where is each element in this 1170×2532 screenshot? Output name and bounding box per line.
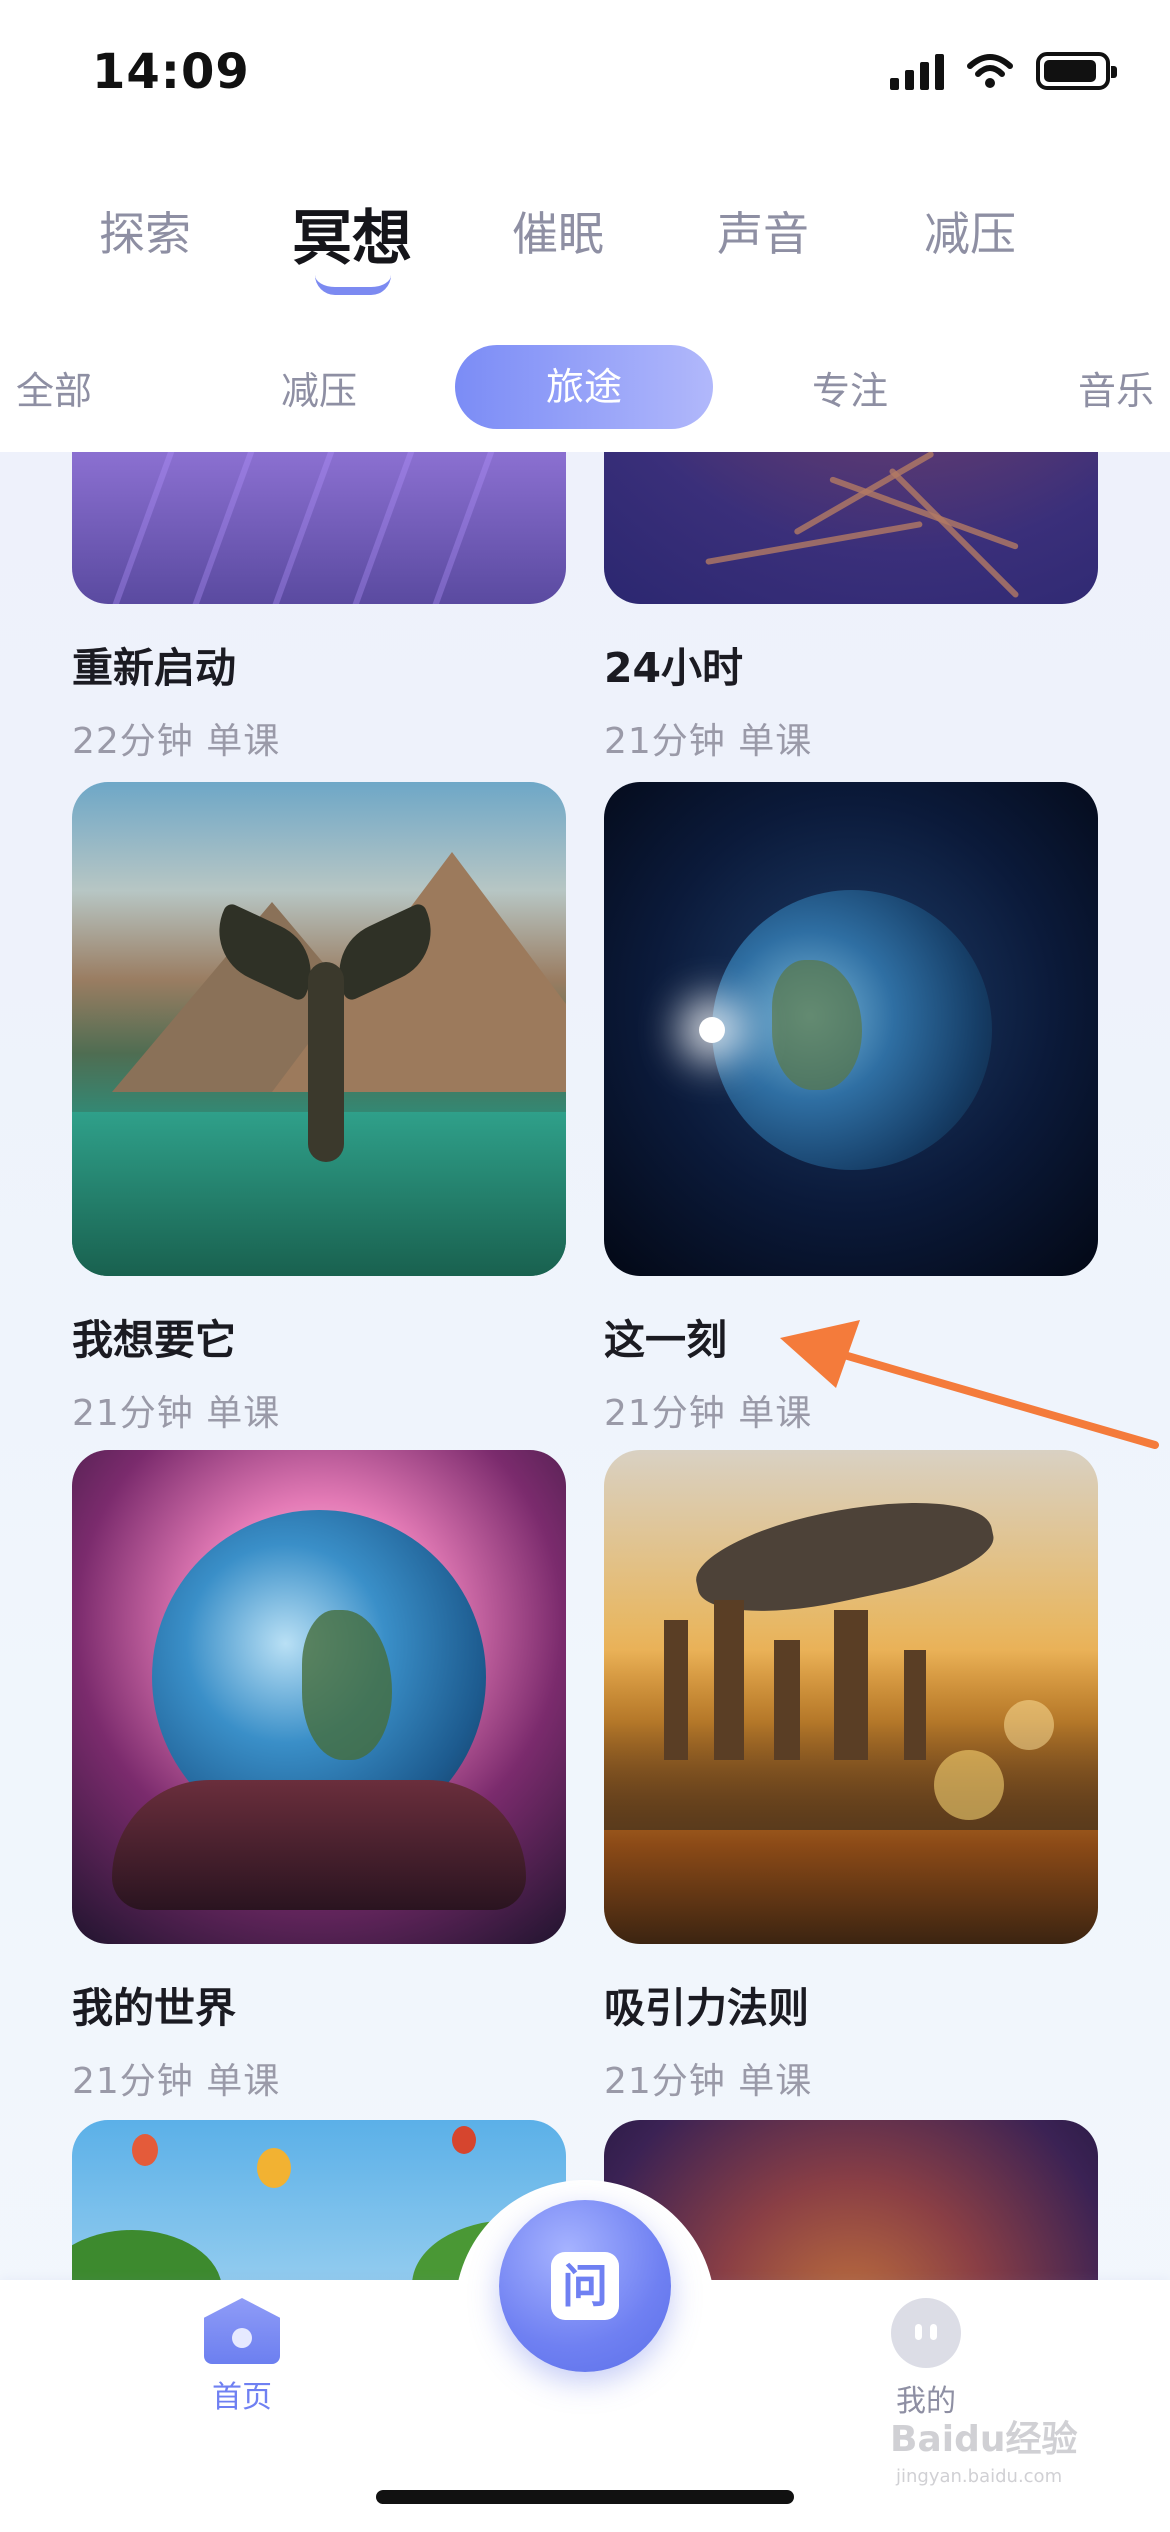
center-action: 问 [455,2160,715,2372]
category-journey[interactable]: 旅途 [455,345,713,429]
course-meta: 21分钟 单课 [604,721,813,762]
nav-home[interactable]: 首页 [162,2298,322,2416]
category-focus[interactable]: 专注 [812,360,888,415]
course-title: 我的世界 [72,1984,236,2032]
earth-in-hands-image [72,1450,566,1944]
status-icons [890,52,1117,90]
active-tab-indicator [315,275,391,295]
profile-icon [891,2298,961,2368]
course-card[interactable]: 我的世界 21分钟 单课 [72,1450,566,2104]
ask-icon: 问 [551,2252,619,2320]
course-title: 24小时 [604,644,744,692]
course-meta: 21分钟 单课 [72,2061,281,2102]
course-card[interactable]: 24小时 21分钟 单课 [604,452,1098,764]
earth-in-space-image [604,782,1098,1276]
category-tab-bar: 全部 减压 旅途 专注 音乐 [0,320,1170,452]
home-indicator[interactable] [376,2490,794,2504]
course-card[interactable]: 吸引力法则 21分钟 单课 [604,1450,1098,2104]
tree-roots-image [604,452,1098,604]
tab-sound[interactable]: 声音 [717,198,809,264]
category-music[interactable]: 音乐 [1078,360,1154,415]
nav-home-label: 首页 [212,2380,272,2415]
cellular-signal-icon [890,52,944,90]
status-time: 14:09 [92,44,250,100]
course-title: 重新启动 [72,644,236,692]
course-card[interactable]: 重新启动 22分钟 单课 [72,452,566,764]
tab-explore[interactable]: 探索 [99,198,191,264]
category-relax[interactable]: 减压 [281,360,357,415]
baidu-watermark: Baidu经验 [890,2419,1078,2460]
tab-hypnosis[interactable]: 催眠 [512,198,604,264]
course-card[interactable]: 我想要它 21分钟 单课 [72,782,566,1436]
whale-tail-lake-image [72,782,566,1276]
ask-button[interactable]: 问 [499,2200,671,2372]
wifi-icon [967,54,1013,88]
nav-me[interactable]: 我的 [846,2298,1006,2420]
home-icon [204,2298,280,2364]
whale-over-city-image [604,1450,1098,1944]
course-title: 我想要它 [72,1316,236,1364]
course-meta: 21分钟 单课 [604,2061,813,2102]
annotation-arrow [780,1320,1159,1449]
course-grid: 重新启动 22分钟 单课 24小时 21分钟 单课 我想要它 21分钟 单课 这… [0,452,1170,2280]
category-all[interactable]: 全部 [16,360,92,415]
course-title: 吸引力法则 [604,1984,809,2032]
lavender-field-image [72,452,566,604]
main-tab-bar: 探索 冥想 催眠 声音 减压 [0,150,1170,320]
status-bar: 14:09 [0,0,1170,150]
tab-meditation[interactable]: 冥想 [292,190,412,277]
course-meta: 21分钟 单课 [72,1393,281,1434]
baidu-watermark-url: jingyan.baidu.com [896,2466,1063,2487]
course-meta: 22分钟 单课 [72,721,281,762]
tab-relax[interactable]: 减压 [924,198,1016,264]
battery-icon [1036,52,1117,90]
